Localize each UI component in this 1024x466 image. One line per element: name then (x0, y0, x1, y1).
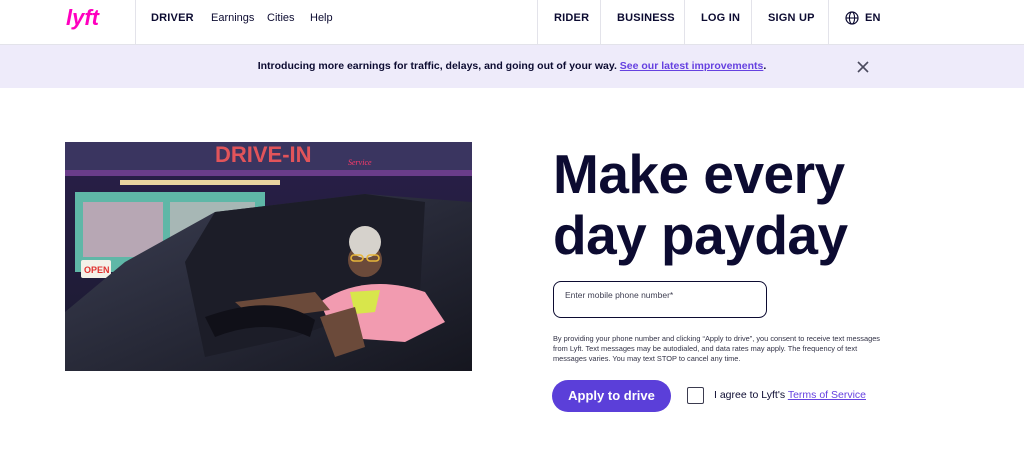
apply-to-drive-button[interactable]: Apply to drive (552, 380, 671, 412)
nav-earnings[interactable]: Earnings (211, 0, 254, 45)
logo-text: lyft (66, 6, 101, 30)
nav-help[interactable]: Help (310, 0, 333, 45)
terms-agreement: I agree to Lyft's Terms of Service (714, 389, 866, 401)
nav-cities[interactable]: Cities (267, 0, 295, 45)
nav-signup[interactable]: SIGN UP (768, 0, 815, 45)
top-nav: lyft DRIVER Earnings Cities Help RIDER B… (0, 0, 1024, 45)
terms-of-service-link[interactable]: Terms of Service (788, 389, 866, 401)
nav-business[interactable]: BUSINESS (617, 0, 675, 45)
language-selector[interactable]: EN (865, 0, 881, 45)
consent-text: By providing your phone number and click… (553, 334, 880, 363)
nav-rider[interactable]: RIDER (554, 0, 589, 45)
terms-checkbox[interactable] (687, 387, 704, 404)
open-sign-text: OPEN (84, 265, 110, 275)
service-sign-text: Service (348, 158, 372, 167)
hero-image: DRIVE-IN Service OPEN (65, 142, 472, 371)
lyft-logo[interactable]: lyft (66, 6, 106, 32)
page-title: Make every day payday (553, 143, 848, 266)
phone-field-label: Enter mobile phone number* (565, 290, 674, 300)
close-icon[interactable] (856, 60, 870, 74)
banner-link[interactable]: See our latest improvements (620, 60, 764, 72)
announcement-banner: Introducing more earnings for traffic, d… (0, 45, 1024, 88)
neon-sign-text: DRIVE-IN (215, 142, 312, 167)
globe-icon[interactable] (845, 11, 859, 25)
banner-message: Introducing more earnings for traffic, d… (257, 60, 767, 72)
nav-driver[interactable]: DRIVER (151, 0, 194, 45)
phone-field[interactable]: Enter mobile phone number* (553, 281, 767, 318)
nav-login[interactable]: LOG IN (701, 0, 740, 45)
